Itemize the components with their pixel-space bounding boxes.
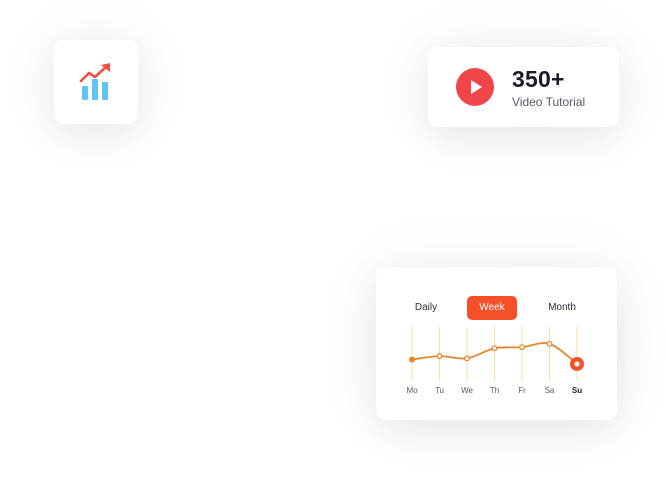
play-button[interactable] [456, 68, 494, 106]
x-tick-label-mo: Mo [406, 386, 418, 395]
play-icon [456, 68, 494, 106]
x-tick-label-fr: Fr [518, 386, 526, 395]
line-chart: Mo Tu We Th Fr Sa Su [406, 327, 584, 395]
x-tick-label-su: Su [572, 386, 582, 395]
data-point-mo [409, 356, 415, 363]
stats-card [54, 40, 138, 124]
growth-chart-icon [79, 63, 110, 100]
x-tick-label-th: Th [490, 386, 499, 395]
x-tick-label-tu: Tu [435, 386, 444, 395]
x-tick-label-sa: Sa [545, 386, 555, 395]
video-text: 350+ Video Tutorial [512, 66, 585, 109]
data-point-sa [546, 340, 553, 347]
data-point-tu [436, 353, 443, 360]
video-tutorial-card: 350+ Video Tutorial [428, 47, 619, 127]
data-point-th [491, 345, 498, 352]
video-label: Video Tutorial [512, 94, 586, 109]
page: 350+ Video Tutorial Daily Week Month Mo T… [0, 0, 666, 484]
data-point-center-su [574, 361, 580, 367]
data-point-we [464, 355, 470, 362]
x-tick-label-we: We [461, 386, 473, 395]
chart-card: Daily Week Month Mo Tu We Th Fr Sa Su [376, 267, 617, 420]
data-point-fr [519, 344, 525, 351]
video-count: 350+ [512, 65, 565, 92]
